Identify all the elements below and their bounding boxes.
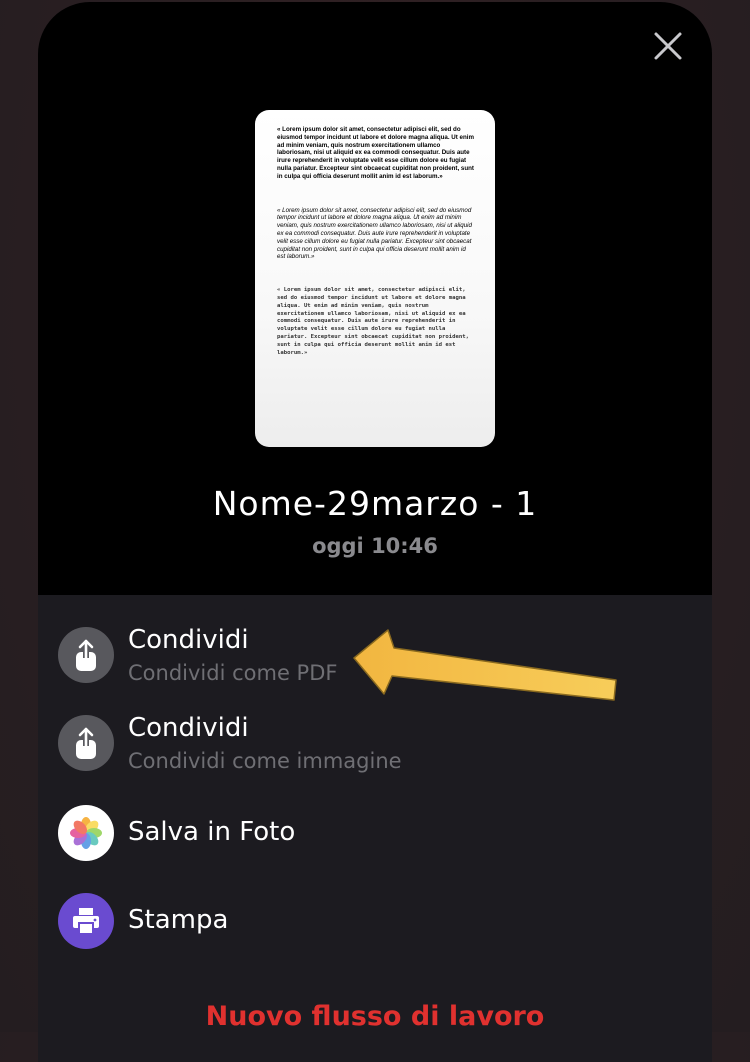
export-sheet: « Lorem ipsum dolor sit amet, consectetu…	[38, 2, 712, 1062]
annotation-arrow-icon	[353, 629, 617, 701]
document-preview[interactable]: « Lorem ipsum dolor sit amet, consectetu…	[255, 110, 495, 447]
share-label: Condividi	[128, 625, 249, 655]
share-icon	[76, 639, 96, 671]
preview-paragraph: « Lorem ipsum dolor sit amet, consectetu…	[277, 287, 469, 356]
document-name: Nome-29marzo - 1	[212, 484, 538, 523]
share-subtitle: Condividi come immagine	[128, 749, 402, 773]
share-subtitle: Condividi come PDF	[128, 661, 338, 685]
print-action[interactable]: Stampa	[58, 889, 692, 959]
share-icon	[76, 727, 96, 759]
share-label: Condividi	[128, 713, 249, 743]
save-to-photos-action[interactable]: Salva in Foto	[58, 801, 692, 871]
print-button-circle[interactable]	[58, 893, 114, 949]
close-icon[interactable]	[650, 28, 686, 64]
share-button-circle[interactable]	[58, 627, 114, 683]
close-button[interactable]	[650, 28, 686, 64]
new-workflow-button[interactable]: Nuovo flusso di lavoro	[38, 1001, 712, 1032]
save-photos-label: Salva in Foto	[128, 817, 296, 847]
photos-button-circle[interactable]	[58, 805, 114, 861]
preview-paragraph: « Lorem ipsum dolor sit amet, consectetu…	[277, 126, 474, 180]
preview-paragraph: « Lorem ipsum dolor sit amet, consectetu…	[277, 206, 472, 261]
print-label: Stampa	[128, 905, 229, 935]
photos-icon	[70, 817, 102, 849]
share-image-action[interactable]: Condividi Condividi come immagine	[58, 711, 692, 781]
share-button-circle[interactable]	[58, 715, 114, 771]
document-date: oggi 10:46	[312, 534, 438, 558]
printer-icon	[73, 908, 99, 935]
